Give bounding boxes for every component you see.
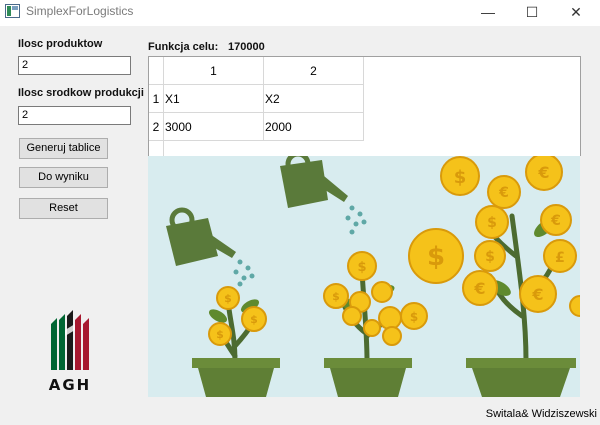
row-header-1[interactable]: 1 — [149, 84, 164, 113]
svg-text:AGH: AGH — [49, 376, 91, 394]
table-row: 2 3000 2000 — [149, 112, 364, 141]
maximize-button[interactable]: ☐ — [510, 0, 554, 26]
objective-function-label: Funkcja celu: — [148, 41, 219, 53]
svg-text:$: $ — [410, 310, 418, 324]
svg-text:$: $ — [357, 260, 366, 275]
svg-text:€: € — [531, 285, 543, 304]
money-plants-illustration: $$ $$ $$ $€ €$ €$ $ £ € € — [148, 156, 580, 397]
data-grid[interactable]: 1 2 1 X1 X2 2 3000 2000 — [149, 57, 364, 156]
agh-logo: AGH — [49, 310, 91, 394]
svg-text:€: € — [550, 213, 561, 229]
svg-text:$: $ — [485, 249, 495, 265]
svg-text:£: £ — [555, 250, 565, 266]
to-result-button[interactable]: Do wyniku — [19, 167, 108, 188]
svg-text:$: $ — [250, 313, 258, 326]
column-header-1[interactable]: 1 — [163, 57, 264, 85]
products-count-input[interactable]: 2 — [18, 56, 131, 75]
table-cell[interactable]: X1 — [163, 84, 264, 113]
window-title: SimplexForLogistics — [26, 4, 134, 18]
row-header-2[interactable]: 2 — [149, 112, 164, 141]
generate-table-button[interactable]: Generuj tablice — [19, 138, 108, 159]
simplex-table[interactable]: 1 2 1 X1 X2 2 3000 2000 — [148, 56, 581, 156]
agh-emblem-icon — [51, 310, 89, 370]
svg-text:$: $ — [216, 328, 224, 341]
svg-text:$: $ — [454, 167, 467, 188]
grid-corner — [149, 57, 164, 85]
author-credit: Switala& Widziszewski — [485, 408, 597, 420]
svg-text:€: € — [473, 279, 485, 298]
flower-pots — [192, 358, 576, 397]
title-bar[interactable]: SimplexForLogistics — ☐ ✕ — [0, 0, 600, 26]
reset-button[interactable]: Reset — [19, 198, 108, 219]
column-header-2[interactable]: 2 — [263, 57, 364, 85]
resources-count-input[interactable]: 2 — [18, 106, 131, 125]
table-cell[interactable]: X2 — [263, 84, 364, 113]
minimize-button[interactable]: — — [466, 0, 510, 26]
svg-text:$: $ — [427, 242, 445, 272]
table-cell[interactable]: 3000 — [163, 112, 264, 141]
svg-text:€: € — [537, 163, 549, 182]
close-button[interactable]: ✕ — [554, 0, 598, 26]
table-cell[interactable]: 2000 — [263, 112, 364, 141]
table-row: 1 X1 X2 — [149, 84, 364, 113]
resources-count-label: Ilosc srodkow produkcji — [18, 87, 144, 99]
svg-text:$: $ — [487, 215, 497, 231]
svg-text:$: $ — [332, 290, 340, 303]
objective-function-value: 170000 — [228, 41, 265, 53]
app-icon — [5, 4, 20, 18]
app-window: SimplexForLogistics — ☐ ✕ Ilosc produkto… — [0, 0, 600, 425]
svg-text:$: $ — [224, 292, 232, 305]
products-count-label: Ilosc produktow — [18, 38, 103, 50]
svg-text:€: € — [498, 185, 509, 201]
table-row-stub — [149, 140, 364, 156]
